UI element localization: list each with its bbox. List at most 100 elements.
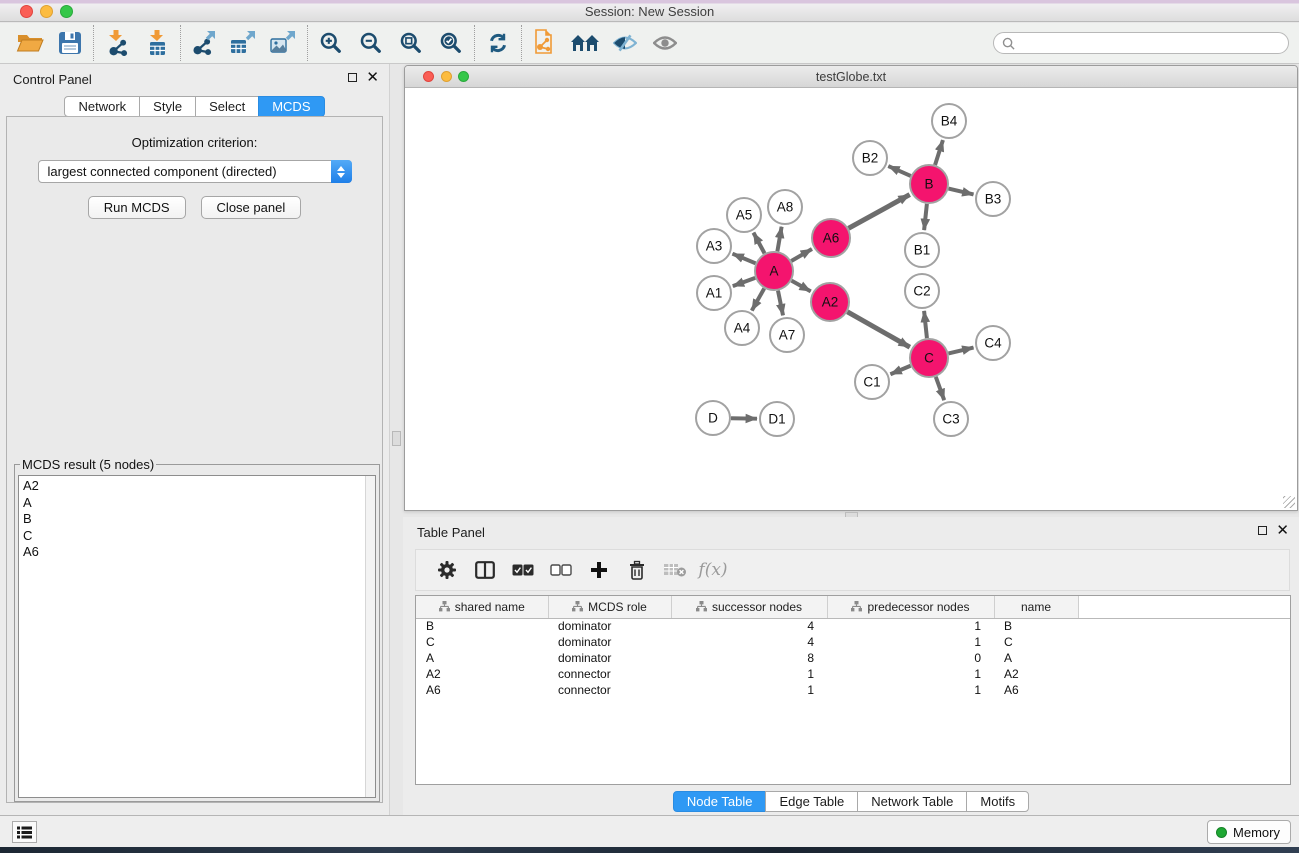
float-panel-icon[interactable] [1258, 526, 1267, 535]
table-mode-button[interactable] [428, 552, 466, 588]
deselect-all-button[interactable] [542, 552, 580, 588]
tab-mcds[interactable]: MCDS [258, 96, 324, 117]
save-session-button[interactable] [50, 25, 90, 61]
graph-node-A1[interactable]: A1 [697, 276, 731, 310]
refresh-button[interactable] [478, 25, 518, 61]
graph-edge-B-B1[interactable] [924, 204, 927, 230]
graph-node-A6[interactable]: A6 [812, 219, 850, 257]
function-builder-button[interactable]: f(x) [694, 552, 732, 588]
graph-edge-A-A3[interactable] [732, 254, 755, 264]
table-cell[interactable]: connector [548, 682, 671, 698]
graph-node-A3[interactable]: A3 [697, 229, 731, 263]
table-cell[interactable]: 8 [671, 650, 827, 666]
graph-edge-C-C1[interactable] [890, 366, 910, 374]
tab-select[interactable]: Select [195, 96, 259, 117]
close-panel-icon[interactable]: ✕ [366, 72, 379, 83]
graph-edge-A-A8[interactable] [777, 227, 781, 252]
graph-edge-B-B4[interactable] [935, 140, 943, 165]
search-input[interactable] [1020, 36, 1280, 50]
graph-edge-B-B2[interactable] [888, 166, 910, 176]
table-row[interactable]: Cdominator41C [416, 634, 1290, 650]
run-mcds-button[interactable]: Run MCDS [88, 196, 186, 219]
table-cell[interactable]: B [416, 618, 548, 634]
table-cell[interactable]: 1 [827, 666, 994, 682]
graph-node-C[interactable]: C [910, 339, 948, 377]
tab-motifs[interactable]: Motifs [966, 791, 1029, 812]
table-row[interactable]: A2connector11A2 [416, 666, 1290, 682]
zoom-selected-button[interactable] [431, 25, 471, 61]
table-row[interactable]: Bdominator41B [416, 618, 1290, 634]
graph-node-A8[interactable]: A8 [768, 190, 802, 224]
tab-edge-table[interactable]: Edge Table [765, 791, 858, 812]
graph-edge-A-A6[interactable] [791, 249, 812, 261]
table-cell[interactable]: dominator [548, 650, 671, 666]
table-cell[interactable]: A2 [994, 666, 1078, 682]
graph-edge-A2-C[interactable] [847, 312, 909, 347]
table-cell[interactable]: dominator [548, 618, 671, 634]
import-table-button[interactable] [137, 25, 177, 61]
table-cell[interactable]: 1 [827, 682, 994, 698]
graph-edge-A-A2[interactable] [791, 281, 810, 292]
zoom-fit-button[interactable] [391, 25, 431, 61]
graph-node-C2[interactable]: C2 [905, 274, 939, 308]
table-cell[interactable]: C [416, 634, 548, 650]
criterion-dropdown[interactable]: largest connected component (directed) [38, 160, 352, 183]
vertical-splitter-handle[interactable] [392, 431, 401, 446]
export-network-button[interactable] [184, 25, 224, 61]
close-panel-button[interactable]: Close panel [201, 196, 302, 219]
table-cell[interactable]: A [416, 650, 548, 666]
mcds-result-item[interactable]: A2 [19, 478, 375, 495]
graph-edge-A6-B[interactable] [849, 195, 910, 229]
graph-node-B4[interactable]: B4 [932, 104, 966, 138]
graph-edge-B-B3[interactable] [948, 189, 973, 195]
tab-style[interactable]: Style [139, 96, 196, 117]
delete-column-button[interactable] [618, 552, 656, 588]
tab-node-table[interactable]: Node Table [673, 791, 767, 812]
graph-node-D1[interactable]: D1 [760, 402, 794, 436]
graph-node-B2[interactable]: B2 [853, 141, 887, 175]
table-cell[interactable]: 0 [827, 650, 994, 666]
task-history-button[interactable] [12, 821, 37, 843]
column-header-MCDS-role[interactable]: MCDS role [548, 596, 671, 618]
hide-graphics-details-button[interactable] [605, 25, 645, 61]
show-graphics-details-button[interactable] [645, 25, 685, 61]
graph-node-A4[interactable]: A4 [725, 311, 759, 345]
table-cell[interactable]: A [994, 650, 1078, 666]
graph-node-A7[interactable]: A7 [770, 318, 804, 352]
graph-node-C3[interactable]: C3 [934, 402, 968, 436]
scrollbar-track[interactable] [365, 476, 375, 797]
show-columns-button[interactable] [466, 552, 504, 588]
graph-edge-A-A4[interactable] [752, 288, 764, 310]
graph-node-A[interactable]: A [755, 252, 793, 290]
graph-edge-A-A7[interactable] [778, 291, 783, 316]
new-network-from-selection-button[interactable] [525, 25, 565, 61]
column-header-successor-nodes[interactable]: successor nodes [671, 596, 827, 618]
export-image-button[interactable] [264, 25, 304, 61]
graph-node-D[interactable]: D [696, 401, 730, 435]
graph-edge-C-C3[interactable] [936, 377, 944, 400]
table-cell[interactable]: dominator [548, 634, 671, 650]
table-cell[interactable]: 1 [671, 682, 827, 698]
network-canvas[interactable]: B4B2BB3A8A5A6A3B1AC2A1A2A4A7C4CC1C3DD1 [405, 88, 1297, 510]
graph-node-C1[interactable]: C1 [855, 365, 889, 399]
close-panel-icon[interactable]: ✕ [1276, 525, 1289, 536]
graph-edge-C-C4[interactable] [948, 348, 973, 354]
open-file-button[interactable] [10, 25, 50, 61]
table-cell[interactable]: 1 [827, 618, 994, 634]
delete-table-button[interactable] [656, 552, 694, 588]
graph-edge-A-A5[interactable] [753, 233, 764, 254]
window-resize-grip[interactable] [1283, 496, 1295, 508]
graph-node-A5[interactable]: A5 [727, 198, 761, 232]
table-cell[interactable]: connector [548, 666, 671, 682]
column-header-shared-name[interactable]: shared name [416, 596, 548, 618]
graph-edge-C-C2[interactable] [924, 311, 927, 338]
graph-node-B1[interactable]: B1 [905, 233, 939, 267]
graph-node-B[interactable]: B [910, 165, 948, 203]
zoom-in-button[interactable] [311, 25, 351, 61]
export-table-button[interactable] [224, 25, 264, 61]
table-row[interactable]: A6connector11A6 [416, 682, 1290, 698]
add-column-button[interactable] [580, 552, 618, 588]
table-cell[interactable]: 1 [827, 634, 994, 650]
graph-edge-A-A1[interactable] [733, 278, 755, 286]
table-row[interactable]: Adominator80A [416, 650, 1290, 666]
